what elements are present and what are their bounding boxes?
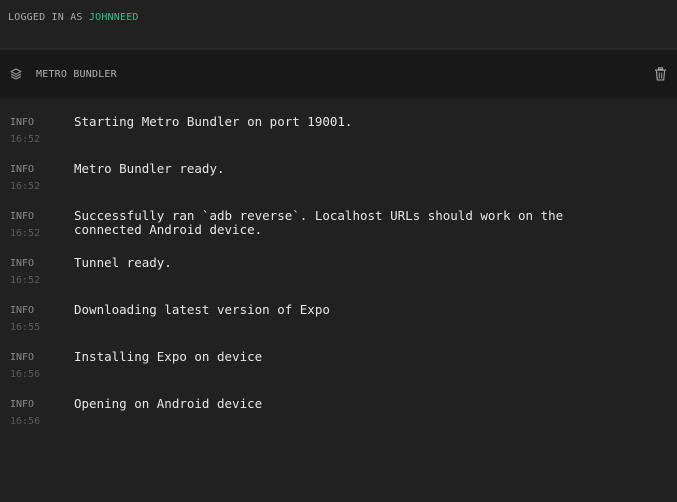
log-level: INFO [10, 305, 35, 316]
log-list[interactable]: INFO 16:52 Starting Metro Bundler on por… [0, 99, 677, 502]
log-message: Opening on Android device [74, 396, 263, 411]
login-prefix: LOGGED IN AS [8, 12, 89, 23]
log-level: INFO [10, 117, 35, 128]
username: JOHNNEED [88, 12, 139, 23]
log-level: INFO [10, 258, 35, 269]
trash-icon[interactable] [654, 67, 667, 81]
log-level: INFO [10, 164, 35, 175]
log-time: 16:52 [10, 275, 41, 286]
log-message: Successfully ran `adb reverse`. Localhos… [74, 208, 564, 237]
expo-dev-tools-window: LOGGED IN AS JOHNNEED METRO BUNDLER INFO… [0, 0, 677, 502]
log-level: INFO [10, 211, 35, 222]
log-time: 16:52 [10, 181, 41, 192]
log-time: 16:52 [10, 228, 41, 239]
log-message: Installing Expo on device [74, 349, 263, 364]
layers-icon [10, 68, 22, 80]
top-bar: LOGGED IN AS JOHNNEED [0, 0, 677, 49]
log-time: 16:56 [10, 416, 41, 427]
log-level: INFO [10, 352, 35, 363]
log-time: 16:52 [10, 134, 41, 145]
panel-title: METRO BUNDLER [36, 69, 117, 80]
log-time: 16:55 [10, 322, 41, 333]
log-message: Tunnel ready. [74, 255, 172, 270]
log-message: Downloading latest version of Expo [74, 302, 330, 317]
log-time: 16:56 [10, 369, 41, 380]
log-level: INFO [10, 399, 35, 410]
login-status: LOGGED IN AS JOHNNEED [8, 12, 139, 23]
log-message: Starting Metro Bundler on port 19001. [74, 114, 353, 129]
log-message: Metro Bundler ready. [74, 161, 225, 176]
panel-header: METRO BUNDLER [0, 50, 677, 98]
